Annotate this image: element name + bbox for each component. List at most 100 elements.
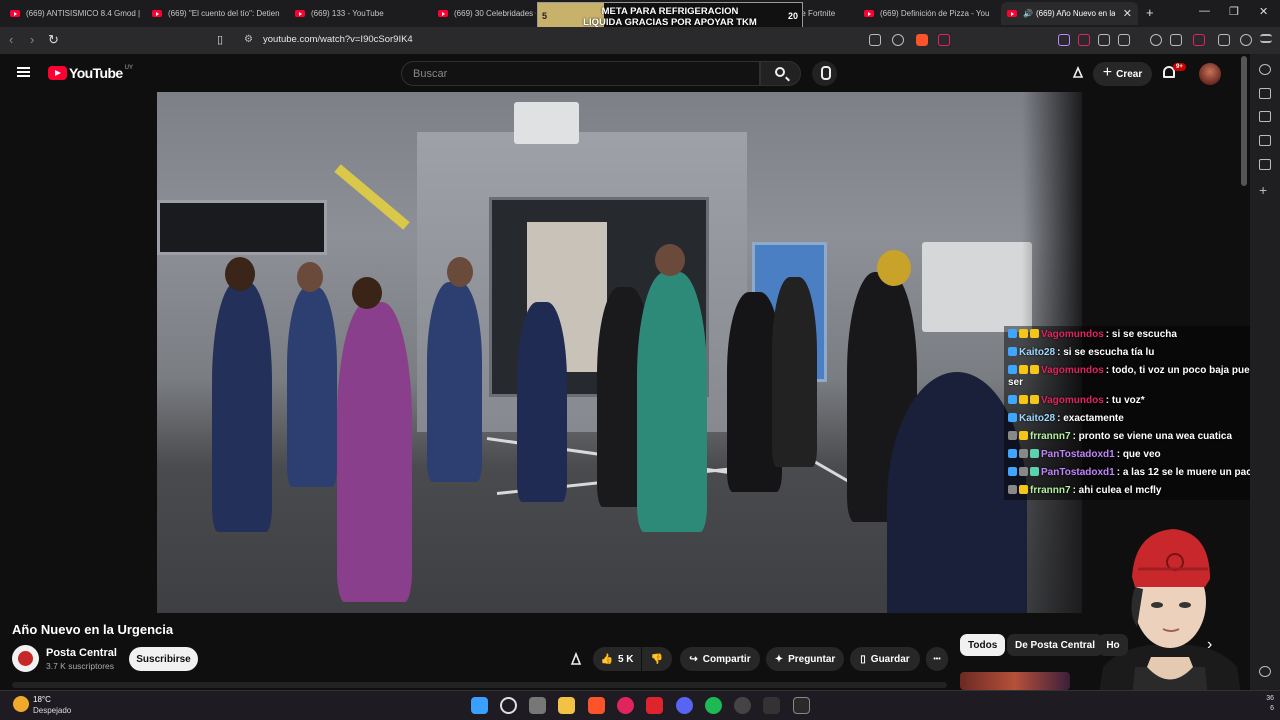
brave-browser-icon[interactable]	[588, 697, 605, 714]
app-icon[interactable]	[763, 697, 780, 714]
maximize-button[interactable]: ❐	[1229, 5, 1239, 18]
channel-avatar[interactable]	[12, 645, 39, 672]
search-button[interactable]	[760, 61, 801, 86]
video-person-head	[352, 277, 382, 309]
chat-badge-icon	[1008, 365, 1017, 374]
add-sidebar-item-icon[interactable]: +	[1259, 182, 1267, 198]
create-button[interactable]: + Crear	[1093, 62, 1152, 86]
more-actions-button[interactable]: •••	[926, 647, 948, 671]
search-input[interactable]: Buscar	[401, 61, 760, 86]
video-scene-ac-unit	[514, 102, 579, 144]
weather-temperature: 18°C	[33, 695, 51, 704]
ai-summary-icon[interactable]	[565, 647, 587, 671]
new-tab-button[interactable]: +	[1146, 5, 1154, 20]
chips-next-icon[interactable]: ›	[1207, 636, 1212, 654]
weather-sun-icon[interactable]	[13, 696, 29, 712]
share-button[interactable]: ↪ Compartir	[680, 647, 760, 671]
share-icon[interactable]	[892, 34, 904, 46]
media-player-icon[interactable]	[617, 697, 634, 714]
vpn-icon[interactable]	[1240, 34, 1252, 46]
leo-ai-icon[interactable]	[1218, 34, 1230, 46]
chat-text: : exactamente	[1057, 413, 1124, 424]
chat-text: : que veo	[1116, 449, 1161, 460]
bookmarks-sidebar-icon[interactable]	[1259, 135, 1271, 146]
leo-icon[interactable]	[1259, 64, 1271, 75]
tab-groups-icon[interactable]	[1118, 34, 1130, 46]
browser-tab[interactable]: (669) "El cuento del tío": Detien	[146, 2, 284, 25]
dislike-button[interactable]: 👎	[642, 647, 672, 671]
brave-shields-icon[interactable]	[916, 34, 928, 46]
chat-badge-icon	[1008, 467, 1017, 476]
taskbar-search-icon[interactable]	[500, 697, 517, 714]
file-explorer-icon[interactable]	[558, 697, 575, 714]
channel-name[interactable]: Posta Central	[46, 647, 117, 659]
browser-tab-active[interactable]: 🔊 (669) Año Nuevo en la Urge ✕	[1001, 2, 1138, 25]
history-sidebar-icon[interactable]	[1259, 159, 1271, 170]
extensions-puzzle-icon[interactable]	[1098, 34, 1110, 46]
browser-tab[interactable]: (669) Definición de Pizza - You	[858, 2, 996, 25]
ask-label: Preguntar	[788, 653, 836, 665]
plus-icon: +	[1102, 64, 1113, 81]
discord-icon[interactable]	[676, 697, 693, 714]
sidebar-toggle-icon[interactable]	[1170, 34, 1182, 46]
country-code: UY	[124, 65, 133, 71]
chat-username[interactable]: PanTostadoxd1	[1041, 467, 1115, 478]
chip-all[interactable]: Todos	[960, 634, 1006, 656]
chat-username[interactable]: frrannn7	[1030, 485, 1071, 496]
chip-from-channel[interactable]: De Posta Central	[1007, 634, 1104, 656]
chat-username[interactable]: Vagomundos	[1041, 365, 1104, 376]
like-button[interactable]: 👍 5 K	[593, 647, 641, 671]
close-window-button[interactable]: ✕	[1259, 5, 1268, 18]
voice-search-icon[interactable]	[812, 61, 837, 86]
ai-sparkle-icon[interactable]	[1071, 66, 1085, 80]
chat-username[interactable]: Kaito28	[1019, 413, 1055, 424]
start-windows-icon[interactable]	[471, 697, 488, 714]
wallet-icon[interactable]	[1193, 34, 1205, 46]
hamburger-menu-icon[interactable]	[17, 67, 30, 77]
brave-rewards-icon[interactable]	[938, 34, 950, 46]
avatar[interactable]	[1199, 63, 1221, 85]
spotify-icon[interactable]	[705, 697, 722, 714]
browser-tab[interactable]: (669) 133 - YouTube	[289, 2, 427, 25]
chat-username[interactable]: PanTostadoxd1	[1041, 449, 1115, 460]
reading-list-icon[interactable]	[1259, 88, 1271, 99]
extension-icon[interactable]	[1078, 34, 1090, 46]
reload-icon[interactable]: ↻	[48, 32, 59, 48]
system-tray-clock[interactable]: 36 6	[1256, 694, 1274, 714]
extension-icon[interactable]	[1058, 34, 1070, 46]
site-info-icon[interactable]: ⚙	[244, 34, 253, 45]
youtube-play-icon	[48, 66, 67, 80]
chat-username[interactable]: Vagomundos	[1041, 395, 1104, 406]
cast-icon[interactable]	[869, 34, 881, 46]
ask-button[interactable]: ✦ Preguntar	[766, 647, 844, 671]
wallet-sidebar-icon[interactable]	[1259, 111, 1271, 122]
epic-games-icon[interactable]	[793, 697, 810, 714]
chip-partial[interactable]: Ho	[1098, 634, 1128, 656]
chat-username[interactable]: Vagomundos	[1041, 329, 1104, 340]
youtube-logo[interactable]: YouTube UY	[48, 65, 133, 81]
thumbs-down-icon: 👎	[650, 653, 664, 665]
video-player[interactable]	[157, 92, 1082, 613]
browser-tab[interactable]: (669) ANTISISMICO 8.4 Gmod |	[4, 2, 142, 25]
app-icon[interactable]	[646, 697, 663, 714]
task-view-icon[interactable]	[529, 697, 546, 714]
recommendation-thumbnail[interactable]	[960, 672, 1070, 690]
save-button[interactable]: ▯ Guardar	[850, 647, 920, 671]
chat-username[interactable]: frrannn7	[1030, 431, 1071, 442]
subscribe-button[interactable]: Suscribirse	[129, 647, 198, 671]
browser-tab[interactable]: (669) 30 Celebridades C	[432, 2, 536, 25]
tab-close-icon[interactable]: ✕	[1123, 7, 1132, 20]
youtube-favicon-icon	[10, 10, 20, 17]
minimize-button[interactable]: —	[1199, 5, 1210, 17]
obs-icon[interactable]	[734, 697, 751, 714]
chat-username[interactable]: Kaito28	[1019, 347, 1055, 358]
address-bar[interactable]: ⚙ youtube.com/watch?v=I90cSor9IK4	[210, 30, 960, 51]
url-text[interactable]: youtube.com/watch?v=I90cSor9IK4	[263, 34, 413, 45]
back-icon[interactable]: ‹	[9, 32, 13, 47]
page-scrollbar[interactable]	[1241, 56, 1247, 186]
media-icon[interactable]	[1150, 34, 1162, 46]
menu-icon[interactable]	[1260, 34, 1272, 43]
settings-gear-icon[interactable]	[1259, 666, 1271, 677]
tray-text-top: 36	[1266, 695, 1274, 702]
forward-icon[interactable]: ›	[30, 32, 34, 47]
